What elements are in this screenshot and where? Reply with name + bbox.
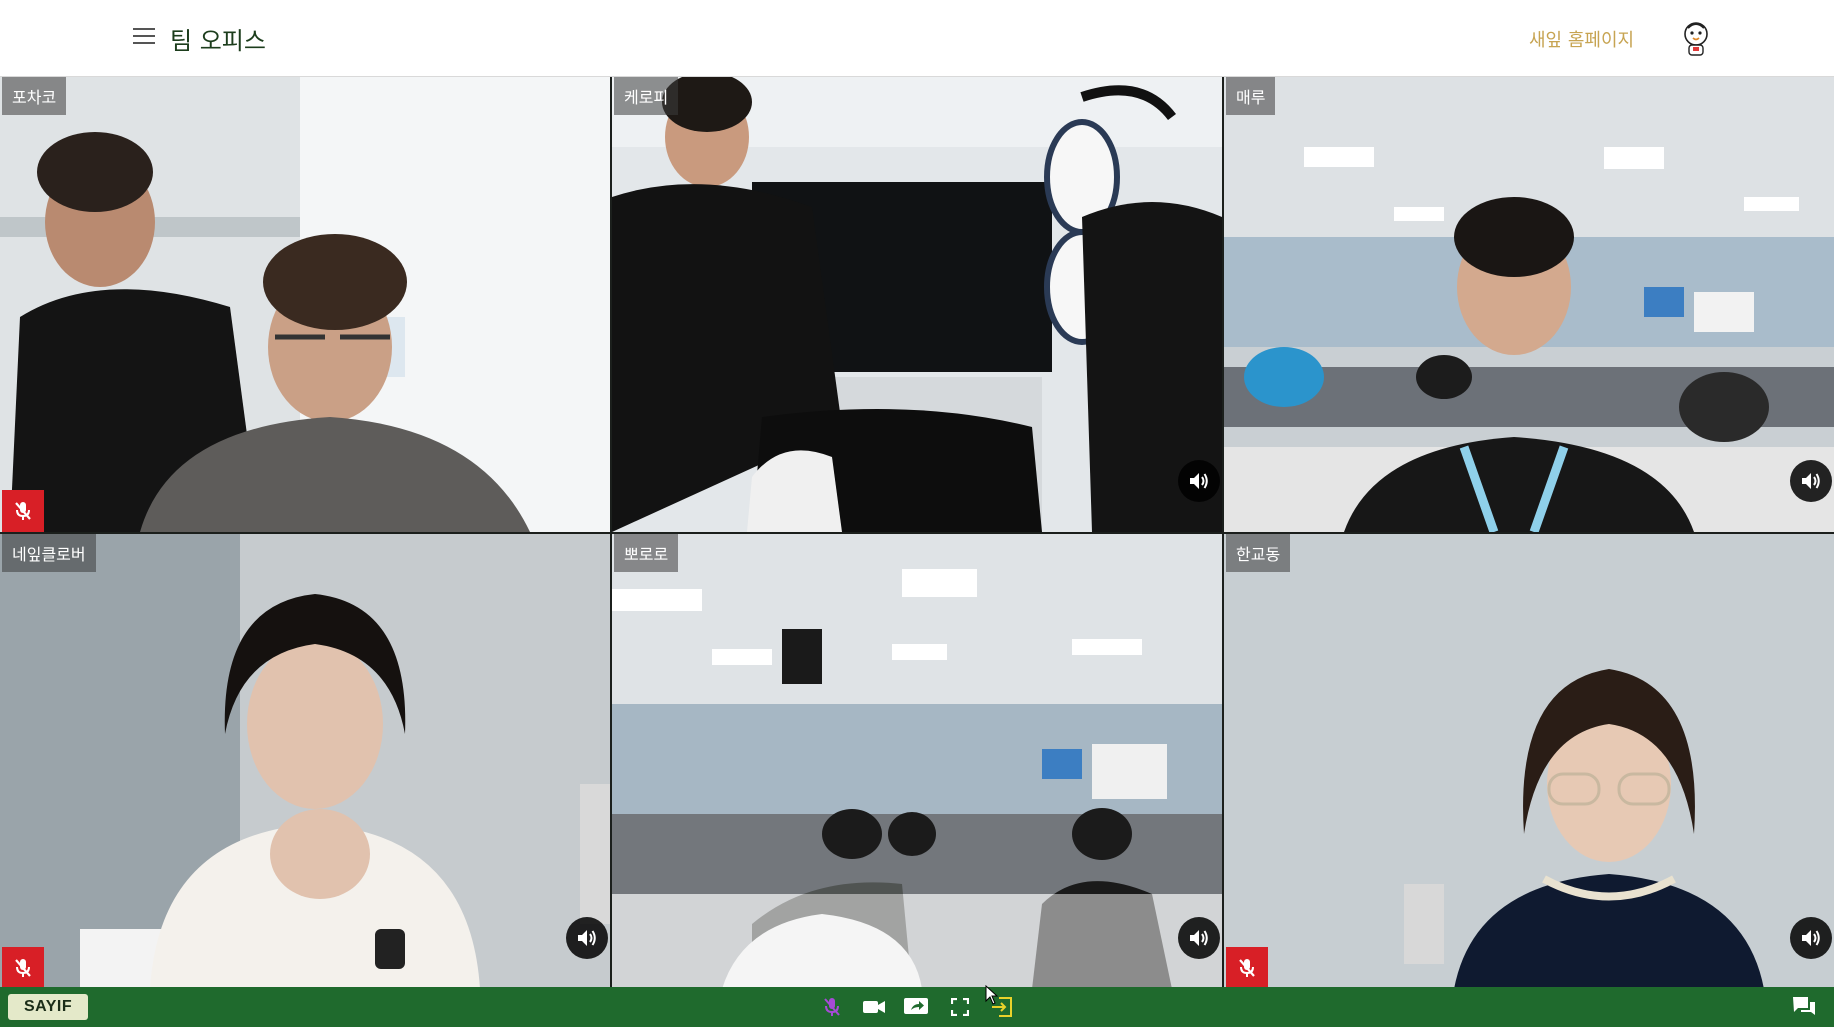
fullscreen-icon[interactable] <box>947 995 973 1019</box>
speaker-volume-icon[interactable] <box>1790 460 1832 502</box>
brand-logo: SAYIF <box>8 994 89 1020</box>
microphone-muted-icon[interactable] <box>819 995 845 1019</box>
video-tile[interactable]: 케로피 <box>612 77 1222 532</box>
app-title: 팀 오피스 <box>170 27 266 55</box>
video-grid: 포차코 케로피 매루 네잎클로버 뽀로로 한교동 <box>0 77 1834 989</box>
video-tile[interactable]: 뽀로로 <box>612 534 1222 989</box>
speaker-volume-icon[interactable] <box>566 917 608 959</box>
video-tile[interactable]: 매루 <box>1224 77 1834 532</box>
chat-icon[interactable] <box>1791 995 1817 1019</box>
participant-name: 뽀로로 <box>614 534 679 572</box>
participant-video-feed <box>0 534 610 989</box>
participant-video-feed <box>1224 77 1834 532</box>
bottom-toolbar: SAYIF <box>0 987 1834 1027</box>
participant-name: 한교동 <box>1226 534 1291 572</box>
video-tile[interactable]: 포차코 <box>0 77 610 532</box>
mic-muted-icon <box>1226 947 1268 989</box>
speaker-volume-icon[interactable] <box>1178 460 1220 502</box>
homepage-link[interactable]: 새잎 홈페이지 <box>1529 26 1634 52</box>
character-avatar-icon[interactable] <box>1680 20 1712 56</box>
mic-muted-icon <box>2 947 44 989</box>
speaker-volume-icon[interactable] <box>1178 917 1220 959</box>
participant-name: 포차코 <box>2 77 67 115</box>
participant-name: 매루 <box>1226 77 1276 115</box>
video-tile[interactable]: 네잎클로버 <box>0 534 610 989</box>
screen-share-icon[interactable] <box>903 995 929 1019</box>
mic-muted-icon <box>2 490 44 532</box>
mouse-cursor-icon <box>985 985 999 1005</box>
participant-name: 네잎클로버 <box>2 534 96 572</box>
hamburger-menu-icon[interactable] <box>133 28 155 46</box>
participant-video-feed <box>612 77 1222 532</box>
participant-video-feed <box>0 77 610 532</box>
participant-video-feed <box>612 534 1222 989</box>
speaker-volume-icon[interactable] <box>1790 917 1832 959</box>
participant-video-feed <box>1224 534 1834 989</box>
camera-icon[interactable] <box>861 995 887 1019</box>
participant-name: 케로피 <box>614 77 679 115</box>
top-bar: 팀 오피스 새잎 홈페이지 <box>0 0 1834 77</box>
video-tile[interactable]: 한교동 <box>1224 534 1834 989</box>
